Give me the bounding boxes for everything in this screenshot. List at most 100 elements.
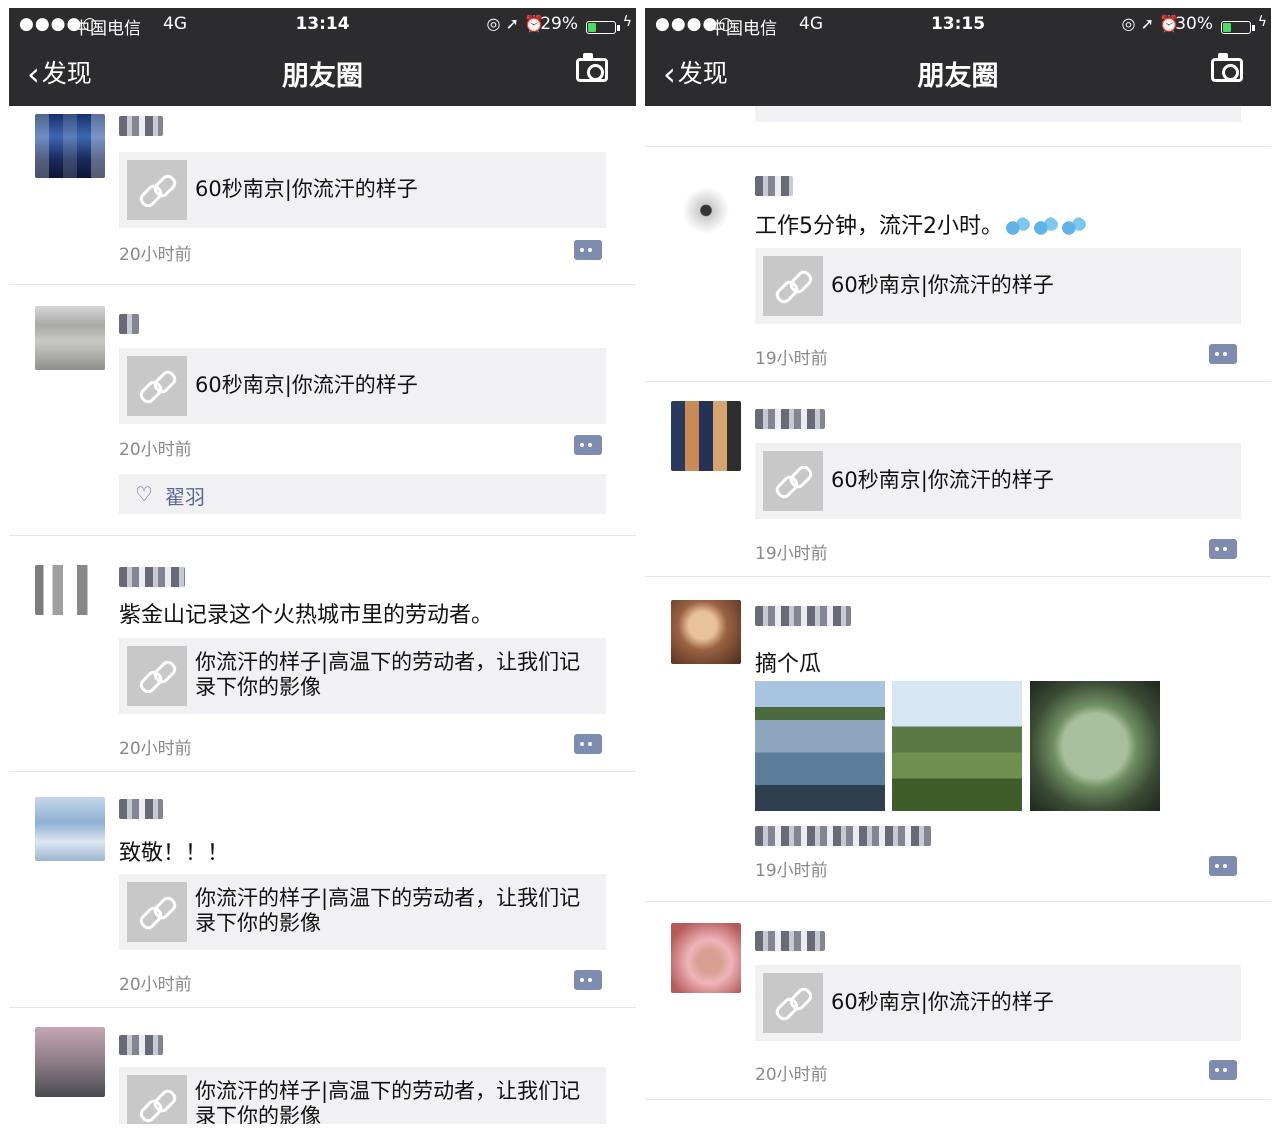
post-photo[interactable] [892,681,1022,811]
sweat-emoji-icon [1033,216,1059,236]
status-bar: ●●●●○ 中国电信 4G 13:15 ◎ ➚ ⏰ 30% ϟ [645,12,1271,40]
link-card[interactable]: 你流汗的样子|高温下的劳动者，让我们记录下你的影像 [119,1067,606,1124]
phone-screen-left: ●●●●○ 中国电信 4G 13:14 ◎ ➚ ⏰ 29% ϟ ‹发现 朋友圈 … [9,8,636,1124]
link-icon [763,973,823,1033]
avatar[interactable] [671,600,741,664]
post-timestamp: 20小时前 [755,1065,828,1085]
link-title: 60秒南京|你流汗的样子 [831,468,1054,492]
battery-icon [1221,21,1251,34]
camera-icon[interactable] [1211,53,1243,82]
charging-icon: ϟ [1257,14,1267,30]
author-name-blurred[interactable] [755,931,825,951]
moment-post: 60秒南京|你流汗的样子 20小时前 [9,106,636,285]
battery-percent: 30% [1175,14,1213,34]
page-title: 朋友圈 [917,61,999,92]
avatar[interactable] [35,1027,105,1097]
status-icons: ◎ ➚ ⏰ [486,14,544,33]
link-card[interactable]: 60秒南京|你流汗的样子 [755,965,1241,1041]
link-icon [763,256,823,316]
author-name-blurred[interactable] [119,567,185,587]
author-name-blurred[interactable] [119,116,163,136]
link-card[interactable]: 60秒南京|你流汗的样子 [119,152,606,228]
link-card[interactable]: 你流汗的样子|高温下的劳动者，让我们记录下你的影像 [119,638,606,714]
author-name-blurred[interactable] [755,176,793,196]
link-card[interactable]: 60秒南京|你流汗的样子 [755,248,1241,324]
author-name-blurred[interactable] [119,799,163,819]
phone-screen-right: ●●●●○ 中国电信 4G 13:15 ◎ ➚ ⏰ 30% ϟ ‹发现 朋友圈 … [645,8,1271,1124]
liker-name[interactable]: 翟羽 [165,481,205,510]
avatar[interactable] [35,565,105,615]
avatar[interactable] [671,172,741,236]
likes-bar [755,106,1241,122]
likes-bar: ♡ 翟羽 [119,474,606,514]
location-blurred[interactable] [755,826,931,846]
link-title: 60秒南京|你流汗的样子 [195,373,418,397]
avatar[interactable] [35,306,105,370]
comment-icon[interactable] [1209,344,1237,364]
link-icon [127,882,187,942]
link-title: 你流汗的样子|高温下的劳动者，让我们记录下你的影像 [195,1079,581,1124]
post-photo[interactable] [1030,681,1160,811]
moment-post: 60秒南京|你流汗的样子 20小时前 [645,901,1271,1100]
post-timestamp: 19小时前 [755,349,828,369]
link-title: 60秒南京|你流汗的样子 [831,273,1054,297]
comment-icon[interactable] [574,240,602,260]
link-icon [127,160,187,220]
navigation-bar: ●●●●○ 中国电信 4G 13:14 ◎ ➚ ⏰ 29% ϟ ‹发现 朋友圈 [9,8,636,106]
status-icons: ◎ ➚ ⏰ [1121,14,1179,33]
page-title: 朋友圈 [282,61,363,92]
camera-icon[interactable] [576,53,608,82]
link-card[interactable]: 60秒南京|你流汗的样子 [755,443,1241,519]
link-title: 你流汗的样子|高温下的劳动者，让我们记录下你的影像 [195,886,581,935]
post-timestamp: 19小时前 [755,861,828,881]
link-card[interactable]: 你流汗的样子|高温下的劳动者，让我们记录下你的影像 [119,874,606,950]
author-name-blurred[interactable] [755,409,825,429]
post-timestamp: 19小时前 [755,544,828,564]
sweat-emoji-icon [1005,216,1031,236]
author-name-blurred[interactable] [119,1035,163,1055]
charging-icon: ϟ [622,14,632,30]
moment-post: 60秒南京|你流汗的样子 19小时前 [645,381,1271,577]
comment-icon[interactable] [574,970,602,990]
moment-post-partial [645,106,1271,147]
post-text: 致敬！！！ [119,841,230,866]
comment-icon[interactable] [1209,1060,1237,1080]
battery-percent: 29% [540,14,578,34]
comment-icon[interactable] [574,734,602,754]
avatar[interactable] [35,797,105,861]
comment-icon[interactable] [1209,856,1237,876]
status-bar: ●●●●○ 中国电信 4G 13:14 ◎ ➚ ⏰ 29% ϟ [9,12,636,40]
heart-icon: ♡ [135,482,153,506]
avatar[interactable] [35,114,105,178]
comment-icon[interactable] [1209,539,1237,559]
post-text: 紫金山记录这个火热城市里的劳动者。 [119,603,494,628]
author-name-blurred[interactable] [119,314,139,334]
post-timestamp: 20小时前 [119,245,192,265]
link-title: 60秒南京|你流汗的样子 [831,990,1054,1014]
link-icon [127,356,187,416]
link-icon [127,1075,187,1124]
post-timestamp: 20小时前 [119,440,192,460]
link-title: 60秒南京|你流汗的样子 [195,177,418,201]
moment-post: 致敬！！！ 你流汗的样子|高温下的劳动者，让我们记录下你的影像 20小时前 [9,771,636,1008]
link-icon [127,646,187,706]
link-title: 你流汗的样子|高温下的劳动者，让我们记录下你的影像 [195,650,581,699]
link-card[interactable]: 60秒南京|你流汗的样子 [119,348,606,424]
avatar[interactable] [671,923,741,993]
moment-post: 工作5分钟，流汗2小时。 60秒南京|你流汗的样子 19小时前 [645,146,1271,382]
moment-post: 你流汗的样子|高温下的劳动者，让我们记录下你的影像 [9,1007,636,1124]
navigation-bar: ●●●●○ 中国电信 4G 13:15 ◎ ➚ ⏰ 30% ϟ ‹发现 朋友圈 [645,8,1271,106]
author-name-blurred[interactable] [755,606,851,626]
sweat-emoji-icon [1061,216,1087,236]
avatar[interactable] [671,401,741,471]
post-timestamp: 20小时前 [119,975,192,995]
post-photo[interactable] [755,681,885,811]
comment-icon[interactable] [574,435,602,455]
moment-post: 摘个瓜 19小时前 [645,576,1271,902]
post-text-content: 工作5分钟，流汗2小时。 [755,214,1003,239]
link-icon [763,451,823,511]
post-text: 摘个瓜 [755,652,822,677]
post-timestamp: 20小时前 [119,739,192,759]
post-text: 工作5分钟，流汗2小时。 [755,208,1251,240]
moment-post: 60秒南京|你流汗的样子 20小时前 ♡ 翟羽 [9,284,636,536]
